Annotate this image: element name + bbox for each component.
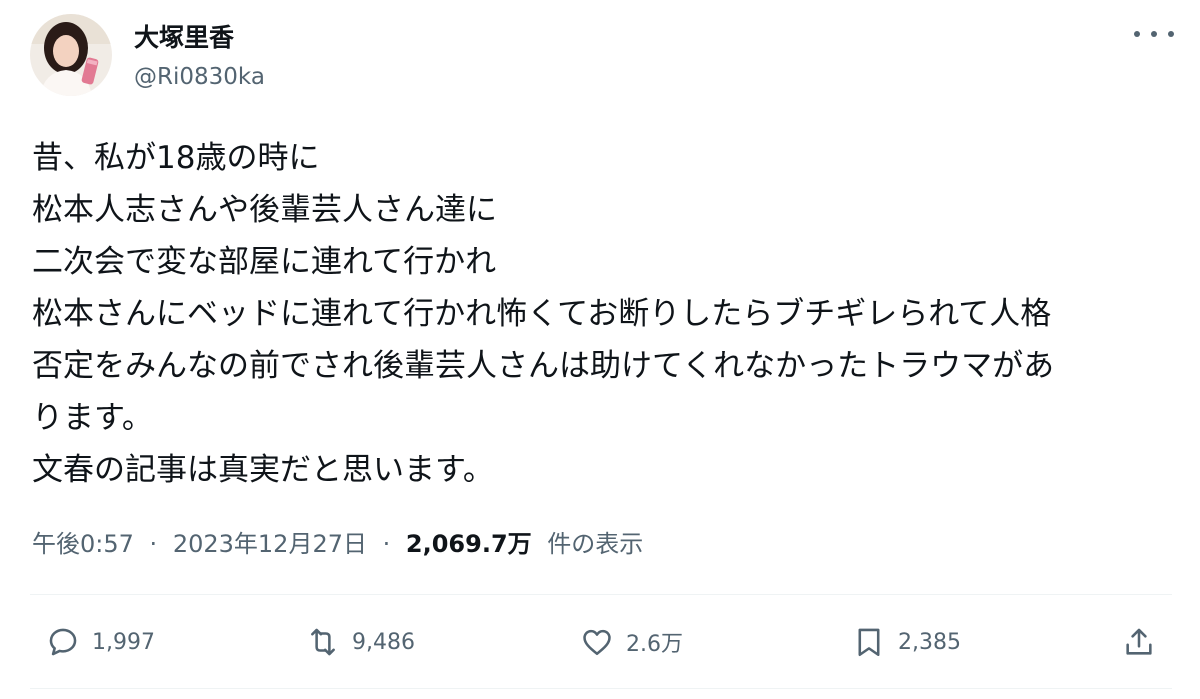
tweet-text-line: ります。 (32, 400, 153, 436)
user-handle: @Ri0830ka (134, 64, 265, 90)
share-button[interactable] (1122, 624, 1156, 660)
reply-button[interactable]: 1,997 (46, 624, 155, 660)
divider (30, 688, 1172, 689)
meta-separator: · (382, 530, 391, 558)
share-icon (1126, 628, 1152, 655)
tweet-text-line: 二次会で変な部屋に連れて行かれ (32, 244, 497, 280)
reply-icon (49, 628, 77, 656)
tweet-time[interactable]: 午後0:57 (32, 530, 134, 558)
tweet-text-line: 文春の記事は真実だと思います。 (32, 452, 494, 488)
tweet-text: 昔、私が18歳の時に 松本人志さんや後輩芸人さん達に 二次会で変な部屋に連れて行… (32, 132, 1172, 496)
bookmark-icon (858, 628, 880, 657)
like-count: 2.6万 (626, 632, 683, 657)
reply-count: 1,997 (92, 629, 155, 655)
repost-button[interactable]: 9,486 (306, 624, 415, 660)
avatar-image (30, 14, 112, 96)
tweet-metadata: 午後0:57 · 2023年12月27日 · 2,069.7万 件の表示 (32, 524, 643, 559)
repost-count: 9,486 (352, 629, 415, 655)
view-count: 2,069.7万 (405, 530, 532, 558)
tweet-text-line: 松本さんにベッドに連れて行かれ怖くてお断りしたらブチギレられて人格 (32, 296, 1052, 332)
tweet-text-line: 否定をみんなの前でされ後輩芸人さんは助けてくれなかったトラウマがあ (32, 348, 1055, 384)
display-name[interactable]: 大塚里香 (134, 18, 234, 54)
bookmark-button[interactable]: 2,385 (852, 624, 961, 660)
bookmark-count: 2,385 (898, 629, 961, 655)
meta-separator: · (149, 530, 158, 558)
heart-icon (583, 629, 611, 656)
like-button[interactable]: 2.6万 (580, 624, 683, 660)
repost-icon (311, 628, 335, 656)
avatar[interactable] (30, 14, 112, 96)
more-options-icon[interactable] (1134, 22, 1174, 46)
view-label: 件の表示 (547, 530, 644, 558)
divider (30, 594, 1172, 595)
action-bar: 1,997 9,486 2.6万 2,385 (0, 612, 1200, 672)
tweet-text-line: 昔、私が18歳の時に (32, 140, 320, 176)
tweet-card: 大塚里香 @Ri0830ka 昔、私が18歳の時に 松本人志さんや後輩芸人さん達… (0, 0, 1200, 699)
tweet-date[interactable]: 2023年12月27日 (173, 530, 367, 558)
tweet-text-line: 松本人志さんや後輩芸人さん達に (32, 192, 497, 228)
